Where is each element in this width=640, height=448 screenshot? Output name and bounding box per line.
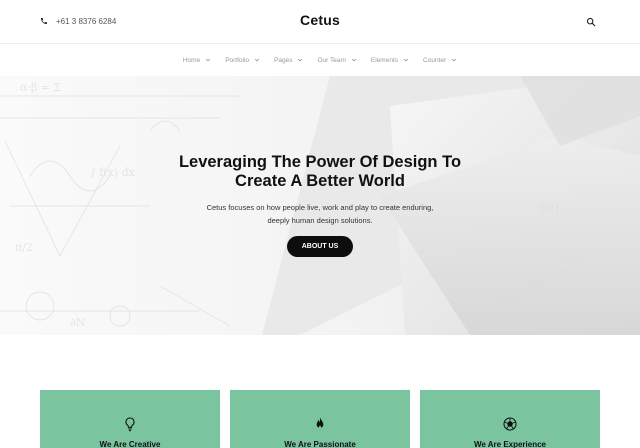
lightbulb-icon: [125, 417, 135, 432]
feature-card-creative: We Are Creative: [40, 390, 220, 448]
nav-item-elements[interactable]: Elements: [371, 57, 409, 64]
nav-item-label: Elements: [370, 56, 399, 64]
chevron-down-icon: [298, 58, 303, 62]
site-logo[interactable]: Cetus: [0, 12, 640, 28]
feature-title: We Are Passionate: [284, 440, 356, 448]
hero-title: Leveraging The Power Of Design To Create…: [0, 153, 640, 191]
svg-text:Δ: Δ: [560, 266, 568, 279]
nav-item-label: Pages: [274, 56, 293, 64]
feature-card-passionate: We Are Passionate: [230, 390, 410, 448]
nav-item-label: Counter: [423, 56, 447, 64]
svg-text:α·β = Σ: α·β = Σ: [20, 81, 61, 94]
feature-title: We Are Creative: [99, 440, 161, 448]
geometric-ball-icon: [503, 417, 517, 431]
nav-item-portfolio[interactable]: Portfolio: [225, 57, 260, 64]
svg-text:π/2: π/2: [15, 241, 33, 254]
nav-item-label: Home: [182, 56, 201, 64]
nav-item-pages[interactable]: Pages: [274, 57, 303, 64]
nav-item-our-team[interactable]: Our Team: [317, 56, 357, 64]
hero-subtitle-line-1: Cetus focuses on how people live, work a…: [206, 203, 434, 212]
hero-subtitle-line-2: deeply human design solutions.: [267, 216, 373, 225]
chevron-down-icon: [206, 58, 211, 62]
svg-text:∂N: ∂N: [70, 316, 86, 329]
top-bar: +61 3 8376 6284 Cetus: [0, 0, 640, 44]
hero-title-line-2: Create A Better World: [235, 172, 405, 190]
chevron-down-icon: [452, 58, 457, 62]
chevron-down-icon: [254, 58, 260, 62]
hero-title-line-1: Leveraging The Power Of Design To: [178, 153, 462, 171]
feature-card-experience: We Are Experience: [420, 390, 600, 448]
flame-icon: [316, 417, 324, 429]
nav-item-label: Our Team: [317, 56, 346, 64]
nav-item-label: Portfolio: [225, 56, 250, 64]
features-row: We Are Creative We Are Passionate We Are…: [40, 390, 600, 448]
chevron-down-icon: [403, 58, 409, 62]
feature-title: We Are Experience: [473, 440, 547, 448]
about-us-button[interactable]: ABOUT US: [287, 236, 353, 257]
main-nav: Home Portfolio Pages Our Team Elements C…: [0, 44, 640, 76]
hero-section: α·β = Σ ∫ f(x) dx π/2 ∂N f(x) Δ Leveragi…: [0, 76, 640, 335]
nav-item-home[interactable]: Home: [183, 57, 211, 64]
hero-subtitle: Cetus focuses on how people live, work a…: [0, 201, 640, 227]
search-icon[interactable]: [586, 17, 596, 27]
nav-item-counter[interactable]: Counter: [423, 57, 457, 64]
chevron-down-icon: [351, 58, 357, 62]
